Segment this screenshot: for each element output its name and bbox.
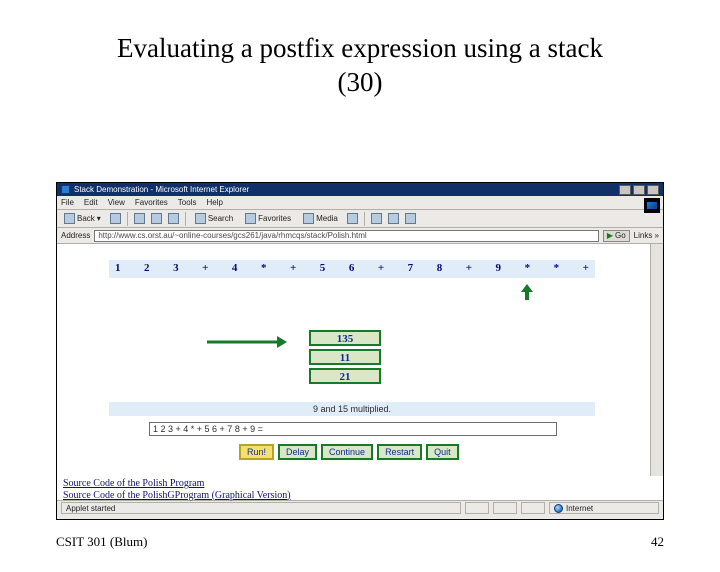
restart-button[interactable]: Restart (377, 444, 422, 460)
zone-label: Internet (566, 504, 593, 513)
star-icon (245, 213, 256, 224)
address-value: http://www.cs.orst.au/~online-courses/gc… (98, 231, 366, 240)
source-links: Source Code of the Polish Program Source… (57, 476, 663, 500)
slide-title-line1: Evaluating a postfix expression using a … (117, 33, 603, 63)
applet-area: 1 2 3 + 4 * + 5 6 + 7 8 + 9 * * + (57, 244, 663, 476)
status-cell (465, 502, 489, 514)
slide-title: Evaluating a postfix expression using a … (0, 32, 720, 100)
quit-button[interactable]: Quit (426, 444, 459, 460)
expr-token: + (202, 262, 208, 274)
delay-button[interactable]: Delay (278, 444, 317, 460)
expr-token: 6 (349, 262, 355, 274)
cursor-arrow-icon (521, 284, 533, 300)
expr-token: + (378, 262, 384, 274)
address-bar: Address http://www.cs.orst.au/~online-co… (57, 228, 663, 244)
message-band: 9 and 15 multiplied. (109, 402, 595, 416)
expression-row: 1 2 3 + 4 * + 5 6 + 7 8 + 9 * * + (109, 260, 595, 276)
menubar: File Edit View Favorites Tools Help (57, 196, 663, 210)
status-zone: Internet (549, 502, 659, 514)
status-left: Applet started (61, 502, 461, 514)
media-button[interactable]: Media (300, 212, 341, 225)
expr-token: 5 (320, 262, 326, 274)
back-button[interactable]: Back ▾ (61, 212, 104, 225)
chevron-down-icon: ▾ (97, 214, 101, 223)
globe-icon (554, 504, 563, 513)
stack-cell: 135 (309, 330, 381, 346)
slide-footer-left: CSIT 301 (Blum) (56, 534, 148, 550)
status-cell (521, 502, 545, 514)
edit-icon[interactable] (405, 213, 416, 224)
expr-token: 8 (437, 262, 443, 274)
stack-cell: 21 (309, 368, 381, 384)
media-label: Media (316, 214, 338, 223)
back-label: Back (77, 214, 95, 223)
history-icon[interactable] (347, 213, 358, 224)
go-icon: ▶ (607, 231, 613, 240)
menu-file[interactable]: File (61, 198, 74, 207)
expr-token: + (583, 262, 589, 274)
expr-token: 3 (173, 262, 179, 274)
menu-help[interactable]: Help (206, 198, 222, 207)
maximize-button[interactable] (633, 185, 645, 195)
stop-icon[interactable] (134, 213, 145, 224)
menu-edit[interactable]: Edit (84, 198, 98, 207)
separator (127, 212, 128, 226)
minimize-button[interactable] (619, 185, 631, 195)
toolbar: Back ▾ Search Favorites Media (57, 210, 663, 228)
expr-token: 1 (115, 262, 121, 274)
expr-token: * (554, 262, 560, 274)
source-link[interactable]: Source Code of the Polish Program (63, 478, 657, 490)
expr-token: + (290, 262, 296, 274)
forward-icon[interactable] (110, 213, 121, 224)
separator (364, 212, 365, 226)
links-label[interactable]: Links » (634, 231, 659, 240)
print-icon[interactable] (388, 213, 399, 224)
expr-token: + (466, 262, 472, 274)
continue-button[interactable]: Continue (321, 444, 373, 460)
stack-display: 135 11 21 (309, 330, 381, 387)
go-label: Go (615, 231, 626, 240)
media-icon (303, 213, 314, 224)
expr-token: 4 (232, 262, 238, 274)
address-input[interactable]: http://www.cs.orst.au/~online-courses/gc… (94, 230, 598, 242)
expression-band: 1 2 3 + 4 * + 5 6 + 7 8 + 9 * * + (109, 260, 595, 278)
ie-icon (61, 185, 70, 194)
favorites-label: Favorites (258, 214, 291, 223)
browser-window: Stack Demonstration - Microsoft Internet… (56, 182, 664, 520)
slide-footer-right: 42 (651, 534, 664, 550)
search-button[interactable]: Search (192, 212, 236, 225)
refresh-icon[interactable] (151, 213, 162, 224)
stack-cell: 11 (309, 349, 381, 365)
push-arrow-icon (207, 336, 287, 348)
expr-token: 2 (144, 262, 150, 274)
expr-token: 9 (496, 262, 502, 274)
separator (185, 212, 186, 226)
run-button[interactable]: Run! (239, 444, 274, 460)
favorites-button[interactable]: Favorites (242, 212, 294, 225)
address-label: Address (61, 231, 90, 240)
status-bar: Applet started Internet (57, 500, 663, 515)
search-icon (195, 213, 206, 224)
window-title: Stack Demonstration - Microsoft Internet… (74, 185, 249, 194)
menu-tools[interactable]: Tools (178, 198, 197, 207)
menu-view[interactable]: View (108, 198, 125, 207)
close-button[interactable] (647, 185, 659, 195)
expr-token: 7 (408, 262, 414, 274)
slide-title-line2: (30) (338, 67, 383, 97)
back-icon (64, 213, 75, 224)
home-icon[interactable] (168, 213, 179, 224)
go-button[interactable]: ▶ Go (603, 230, 630, 242)
mail-icon[interactable] (371, 213, 382, 224)
expression-input[interactable]: 1 2 3 + 4 * + 5 6 + 7 8 + 9 = (149, 422, 557, 436)
status-cell (493, 502, 517, 514)
search-label: Search (208, 214, 233, 223)
menu-favorites[interactable]: Favorites (135, 198, 168, 207)
status-text: Applet started (66, 504, 115, 513)
throbber-icon (644, 198, 660, 213)
expr-token: * (525, 262, 531, 274)
window-titlebar[interactable]: Stack Demonstration - Microsoft Internet… (57, 183, 663, 196)
button-row: Run! Delay Continue Restart Quit (239, 444, 459, 460)
expr-token: * (261, 262, 267, 274)
